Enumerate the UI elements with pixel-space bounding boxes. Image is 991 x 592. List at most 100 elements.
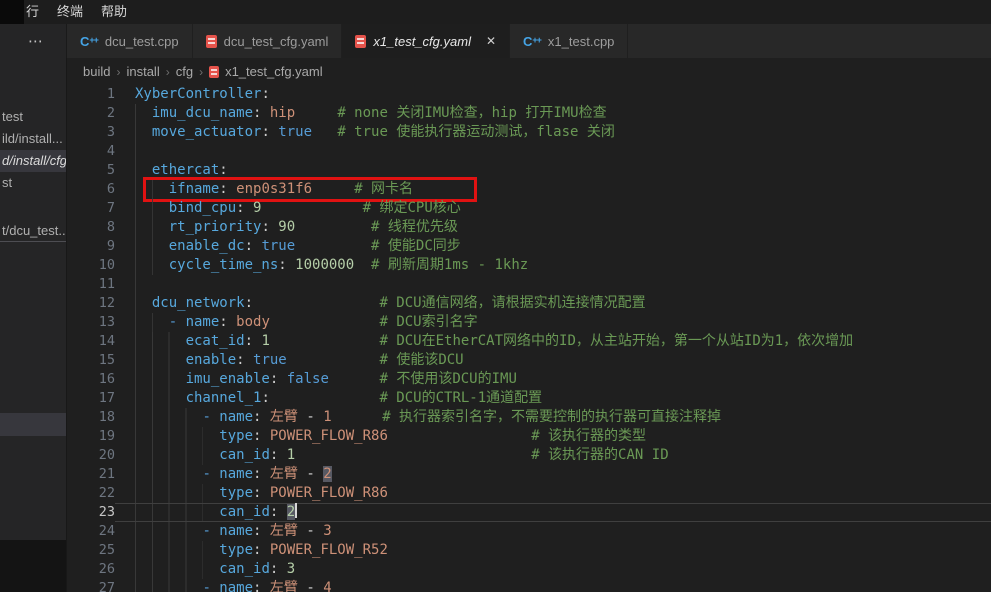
code-line[interactable]: 8 rt_priority: 90 # 线程优先级 [67, 218, 991, 237]
tab-label: dcu_test_cfg.yaml [224, 34, 329, 49]
code-line[interactable]: 3 move_actuator: true # true 使能执行器运动测试，f… [67, 123, 991, 142]
breadcrumb-item[interactable]: build [83, 64, 110, 79]
code-line[interactable]: 6 ifname: enp0s31f6 # 网卡名 [67, 180, 991, 199]
line-number: 23 [67, 503, 115, 522]
code-line[interactable]: 26 can_id: 3 [67, 560, 991, 579]
code-area[interactable]: 1XyberController:2 imu_dcu_name: hip # n… [67, 85, 991, 592]
line-number: 8 [67, 218, 115, 237]
code-line[interactable]: 21 - name: 左臂 - 2 [67, 465, 991, 484]
breadcrumb: build › install › cfg › x1_test_cfg.yaml [67, 58, 991, 85]
line-number: 17 [67, 389, 115, 408]
sidebar-item[interactable]: d/install/cfg [0, 150, 66, 172]
code-line[interactable]: 10 cycle_time_ns: 1000000 # 刷新周期1ms - 1k… [67, 256, 991, 275]
code-line[interactable]: 25 type: POWER_FLOW_R52 [67, 541, 991, 560]
line-content [115, 275, 991, 294]
code-line[interactable]: 13 - name: body # DCU索引名字 [67, 313, 991, 332]
line-content: type: POWER_FLOW_R52 [115, 541, 991, 560]
menu-item-0[interactable]: 行 [24, 4, 48, 19]
close-tab-icon[interactable]: ✕ [486, 34, 496, 48]
line-content: - name: 左臂 - 1 # 执行器索引名字，不需要控制的执行器可直接注释掉 [115, 408, 991, 427]
breadcrumb-file[interactable]: x1_test_cfg.yaml [225, 64, 323, 79]
code-line[interactable]: 17 channel_1: # DCU的CTRL-1通道配置 [67, 389, 991, 408]
sidebar: testild/install...d/install/cfgst t/dcu_t… [0, 58, 67, 592]
breadcrumb-item[interactable]: cfg [176, 64, 193, 79]
line-number: 25 [67, 541, 115, 560]
tab-label: x1_test.cpp [548, 34, 615, 49]
tab-bar: C++ dcu_test.cpp dcu_test_cfg.yaml x1_test_… [67, 24, 991, 58]
editor-group: build › install › cfg › x1_test_cfg.yaml 1Xybe… [67, 58, 991, 592]
line-number: 15 [67, 351, 115, 370]
menu-item-2[interactable]: 帮助 [92, 4, 136, 19]
code-line[interactable]: 12 dcu_network: # DCU通信网络，请根据实机连接情况配置 [67, 294, 991, 313]
top-strip: ⋯ C++ dcu_test.cpp dcu_test_cfg.yaml x1_tes… [0, 24, 991, 58]
line-content: can_id: 1 # 该执行器的CAN ID [115, 446, 991, 465]
code-line[interactable]: 19 type: POWER_FLOW_R86 # 该执行器的类型 [67, 427, 991, 446]
line-content: - name: 左臂 - 2 [115, 465, 991, 484]
tab-label: dcu_test.cpp [105, 34, 179, 49]
breadcrumb-item[interactable]: install [126, 64, 159, 79]
line-content: enable_dc: true # 使能DC同步 [115, 237, 991, 256]
breadcrumb-separator-icon: › [116, 65, 120, 79]
sidebar-items: testild/install...d/install/cfgst t/dcu_t… [0, 58, 66, 242]
code-line[interactable]: 2 imu_dcu_name: hip # none 关闭IMU检查，hip 打… [67, 104, 991, 123]
titlebar-corner [0, 0, 24, 24]
cpp-file-icon: C++ [523, 34, 541, 49]
tab-dcu_test_cfg.yaml[interactable]: dcu_test_cfg.yaml [193, 24, 343, 58]
tab-x1_test_cfg.yaml[interactable]: x1_test_cfg.yaml✕ [342, 24, 510, 58]
line-number: 14 [67, 332, 115, 351]
sidebar-item[interactable]: t/dcu_test... [0, 220, 66, 242]
code-line[interactable]: 22 type: POWER_FLOW_R86 [67, 484, 991, 503]
code-line[interactable]: 7 bind_cpu: 9 # 绑定CPU核心 [67, 199, 991, 218]
line-content [115, 142, 991, 161]
sidebar-header: ⋯ [0, 24, 67, 58]
code-line[interactable]: 4 [67, 142, 991, 161]
line-number: 21 [67, 465, 115, 484]
line-number: 11 [67, 275, 115, 294]
line-content: rt_priority: 90 # 线程优先级 [115, 218, 991, 237]
code-line[interactable]: 16 imu_enable: false # 不使用该DCU的IMU [67, 370, 991, 389]
line-number: 2 [67, 104, 115, 123]
line-number: 18 [67, 408, 115, 427]
line-number: 13 [67, 313, 115, 332]
sidebar-item[interactable]: test [0, 106, 66, 128]
line-number: 9 [67, 237, 115, 256]
code-line[interactable]: 18 - name: 左臂 - 1 # 执行器索引名字，不需要控制的执行器可直接… [67, 408, 991, 427]
tab-dcu_test.cpp[interactable]: C++ dcu_test.cpp [67, 24, 193, 58]
more-actions-icon[interactable]: ⋯ [0, 32, 44, 50]
code-line[interactable]: 5 ethercat: [67, 161, 991, 180]
line-number: 26 [67, 560, 115, 579]
line-content: can_id: 3 [115, 560, 991, 579]
code-line[interactable]: 24 - name: 左臂 - 3 [67, 522, 991, 541]
text-cursor [295, 503, 297, 518]
breadcrumb-separator-icon: › [199, 65, 203, 79]
code-line[interactable]: 20 can_id: 1 # 该执行器的CAN ID [67, 446, 991, 465]
sidebar-item[interactable]: st [0, 172, 66, 194]
breadcrumb-separator-icon: › [166, 65, 170, 79]
cpp-file-icon: C++ [80, 34, 98, 49]
line-number: 24 [67, 522, 115, 541]
code-line[interactable]: 9 enable_dc: true # 使能DC同步 [67, 237, 991, 256]
line-number: 4 [67, 142, 115, 161]
line-content: - name: 左臂 - 3 [115, 522, 991, 541]
line-number: 27 [67, 579, 115, 592]
code-line[interactable]: 1XyberController: [67, 85, 991, 104]
sidebar-item[interactable]: ild/install... [0, 128, 66, 150]
line-content: ifname: enp0s31f6 # 网卡名 [115, 180, 991, 199]
code-line[interactable]: 27 - name: 左臂 - 4 [67, 579, 991, 592]
line-number: 6 [67, 180, 115, 199]
line-content: imu_enable: false # 不使用该DCU的IMU [115, 370, 991, 389]
line-number: 7 [67, 199, 115, 218]
menu-items: 行终端帮助 [24, 0, 136, 24]
sidebar-bottom-panel [0, 540, 66, 592]
menu-item-1[interactable]: 终端 [48, 4, 92, 19]
line-content: dcu_network: # DCU通信网络，请根据实机连接情况配置 [115, 294, 991, 313]
code-line[interactable]: 14 ecat_id: 1 # DCU在EtherCAT网络中的ID，从主站开始… [67, 332, 991, 351]
sidebar-highlight-row[interactable] [0, 413, 66, 436]
main-row: testild/install...d/install/cfgst t/dcu_t… [0, 58, 991, 592]
code-line[interactable]: 15 enable: true # 使能该DCU [67, 351, 991, 370]
code-line[interactable]: 11 [67, 275, 991, 294]
code-line[interactable]: 23 can_id: 2 [67, 503, 991, 522]
line-number: 16 [67, 370, 115, 389]
line-content: move_actuator: true # true 使能执行器运动测试，fla… [115, 123, 991, 142]
tab-x1_test.cpp[interactable]: C++ x1_test.cpp [510, 24, 628, 58]
